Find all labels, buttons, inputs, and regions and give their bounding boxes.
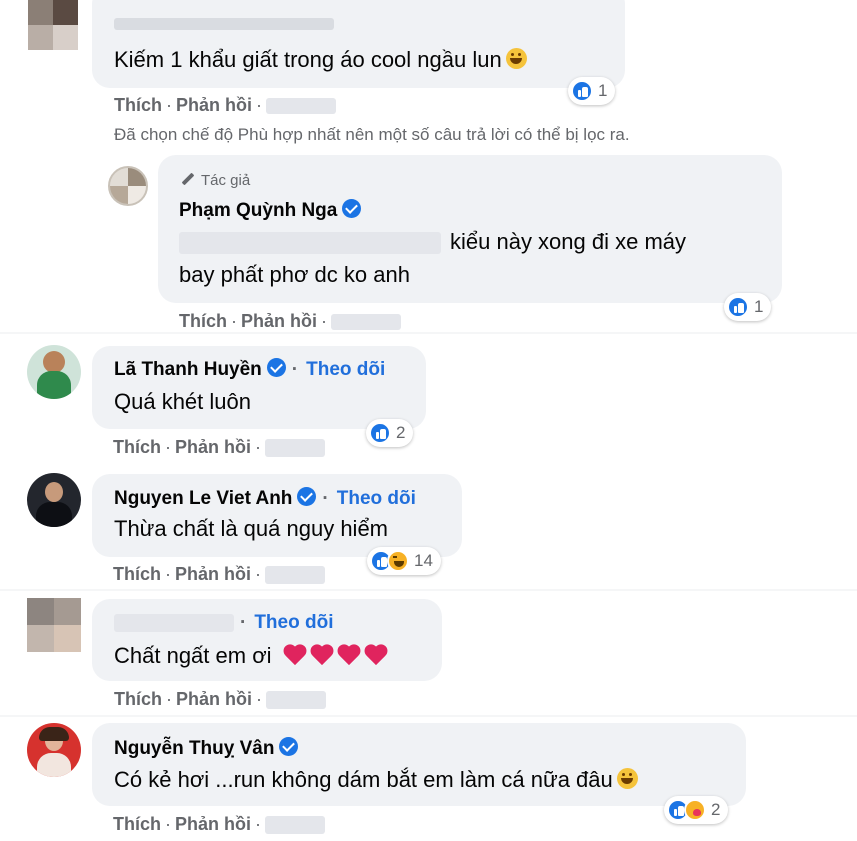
like-reaction-icon	[369, 422, 391, 444]
comment-text: Thừa chất là quá nguy hiểm	[114, 516, 389, 541]
comment-actions: Thích · Phản hồi ·	[113, 437, 325, 458]
reply-link[interactable]: Phản hồi	[175, 564, 251, 584]
follow-button[interactable]: Theo dõi	[254, 612, 333, 633]
reply-link[interactable]: Phản hồi	[176, 689, 252, 709]
blurred-timestamp	[266, 98, 336, 115]
verified-badge-icon	[297, 487, 317, 506]
verified-badge-icon	[266, 358, 286, 377]
avatar[interactable]	[27, 345, 81, 399]
comment-text: Có kẻ hơi ...run không dám bắt em làm cá…	[114, 767, 638, 793]
avatar[interactable]	[27, 723, 81, 777]
avatar[interactable]	[28, 0, 78, 50]
blurred-name	[114, 18, 334, 30]
divider	[0, 589, 857, 591]
comment-actions: Thích · Phản hồi ·	[179, 311, 401, 332]
comment-text: Quá khét luôn	[114, 389, 251, 414]
follow-button[interactable]: Theo dõi	[306, 359, 385, 380]
like-link[interactable]: Thích	[179, 311, 227, 331]
like-link[interactable]: Thích	[114, 689, 162, 709]
reaction-summary[interactable]: 2	[366, 419, 414, 447]
blurred-text	[179, 232, 441, 255]
heart-emoji	[311, 644, 335, 666]
heart-emoji	[284, 644, 308, 666]
reaction-summary[interactable]: 2	[664, 796, 729, 824]
commenter-name[interactable]: Phạm Quỳnh Nga	[179, 199, 362, 222]
laughing-emoji	[505, 48, 527, 69]
comment-bubble	[92, 0, 625, 88]
like-link[interactable]: Thích	[113, 814, 161, 834]
commenter-name[interactable]: Lã Thanh Huyền · Theo dõi	[114, 358, 385, 381]
commenter-name[interactable]: Nguyễn Thuỵ Vân	[114, 737, 299, 760]
verified-badge-icon	[342, 199, 362, 218]
reaction-summary[interactable]: 1	[724, 293, 772, 321]
blurred-name	[114, 613, 234, 632]
blurred-timestamp	[265, 816, 325, 835]
author-tag: Tác giả	[181, 172, 250, 189]
comment-text: bay phất phơ dc ko anh	[179, 262, 410, 287]
heart-emoji	[338, 644, 362, 666]
like-link[interactable]: Thích	[113, 437, 161, 457]
divider	[0, 332, 857, 334]
reaction-summary[interactable]: 1	[568, 77, 616, 105]
divider	[0, 715, 857, 717]
reply-link[interactable]: Phản hồi	[175, 814, 251, 834]
comment-actions: Thích · Phản hồi ·	[114, 95, 336, 116]
commenter-name[interactable]: · Theo dõi	[114, 612, 333, 634]
comment-actions: Thích · Phản hồi ·	[114, 689, 326, 710]
reply-link[interactable]: Phản hồi	[241, 311, 317, 331]
like-link[interactable]: Thích	[113, 564, 161, 584]
care-reaction-icon	[684, 799, 706, 821]
commenter-name[interactable]: Nguyen Le Viet Anh · Theo dõi	[114, 487, 416, 510]
blurred-timestamp	[266, 691, 326, 710]
like-link[interactable]: Thích	[114, 95, 162, 115]
heart-emoji	[365, 644, 389, 666]
comment-bubble	[92, 723, 746, 806]
comment-actions: Thích · Phản hồi ·	[113, 564, 325, 585]
blurred-timestamp	[265, 439, 325, 458]
blurred-timestamp	[331, 314, 401, 331]
blurred-timestamp	[265, 566, 325, 585]
reply-link[interactable]: Phản hồi	[176, 95, 252, 115]
avatar[interactable]	[27, 598, 81, 652]
comment-actions: Thích · Phản hồi ·	[113, 814, 325, 835]
avatar[interactable]	[27, 473, 81, 527]
follow-button[interactable]: Theo dõi	[337, 488, 416, 509]
reaction-summary[interactable]: 14	[367, 547, 441, 575]
pencil-icon	[181, 172, 195, 186]
verified-badge-icon	[279, 737, 299, 756]
comment-text: kiểu này xong đi xe máy	[179, 229, 686, 255]
haha-reaction-icon	[387, 550, 409, 572]
comment-text: Kiếm 1 khẩu giất trong áo cool ngầu lun	[114, 47, 527, 73]
like-reaction-icon	[727, 296, 749, 318]
filter-notice: Đã chọn chế độ Phù hợp nhất nên một số c…	[114, 125, 630, 144]
reply-link[interactable]: Phản hồi	[175, 437, 251, 457]
comment-text: Chất ngất em ơi	[114, 643, 392, 669]
avatar[interactable]	[108, 166, 148, 206]
like-reaction-icon	[571, 80, 593, 102]
grinning-emoji	[616, 768, 638, 789]
